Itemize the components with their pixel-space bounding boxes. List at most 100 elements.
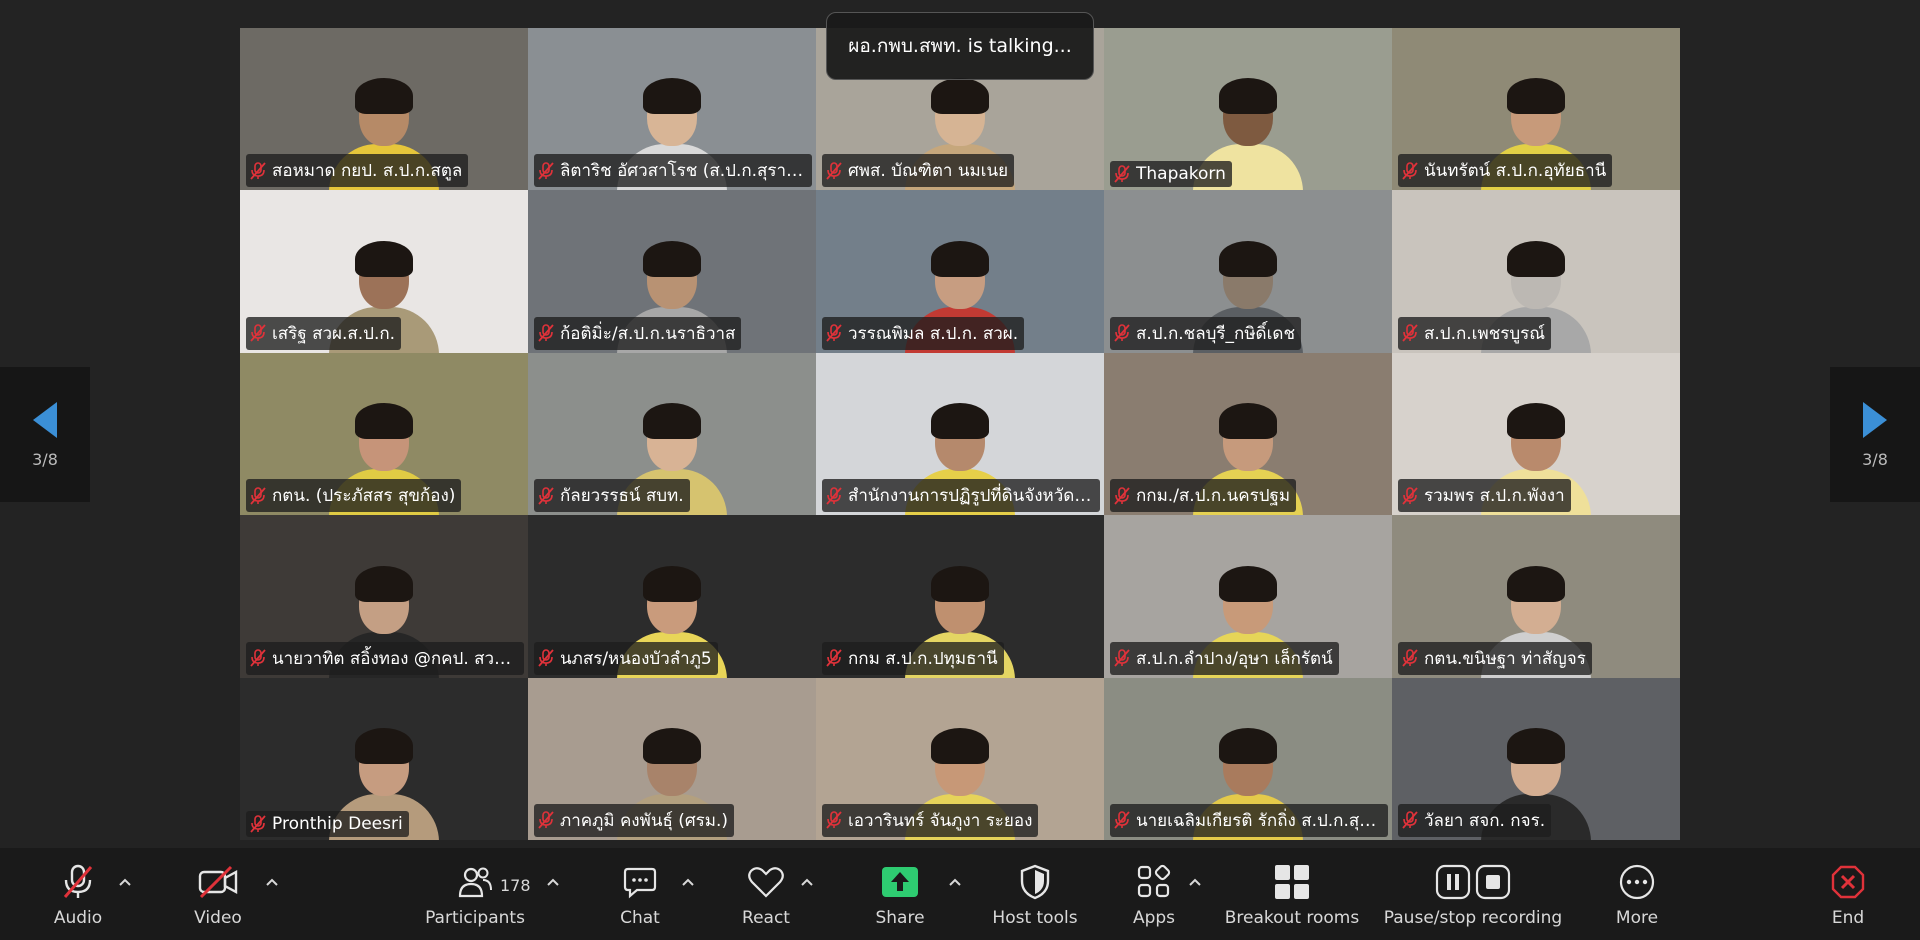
- pause-stop-recording-label: Pause/stop recording: [1383, 908, 1563, 928]
- host-tools-button[interactable]: Host tools: [985, 862, 1085, 932]
- meeting-toolbar: Audio Video Participants 178 Chat React …: [0, 848, 1920, 940]
- video-camera-off-icon: [198, 865, 238, 899]
- react-label: React: [742, 908, 790, 928]
- participant-name: กกม ส.ป.ก.ปทุมธานี: [848, 648, 998, 669]
- participant-tile[interactable]: สอหมาด กยป. ส.ป.ก.สตูล: [240, 28, 528, 191]
- participant-tile[interactable]: ลิตาริช อัศวสาโรช (ส.ป.ก.สุราษฎ...: [528, 28, 816, 191]
- participant-tile[interactable]: กตน.ขนิษฐา ท่าสัญจร: [1392, 515, 1680, 678]
- participant-tile[interactable]: กตน. (ประภัสสร สุขก้อง): [240, 352, 528, 516]
- microphone-muted-icon: [1402, 649, 1418, 667]
- participant-nameplate: นายวาทิต สอิ้งทอง @กคป. สวผ. ...: [246, 641, 524, 675]
- microphone-muted-icon: [250, 324, 266, 342]
- participant-nameplate: นภสร/หนองบัวลำภู5: [534, 641, 718, 675]
- participant-tile[interactable]: ส.ป.ก.ชลบุรี_กษิดิ์เดช: [1104, 190, 1392, 353]
- participant-name: นันทรัตน์ ส.ป.ก.อุทัยธานี: [1424, 161, 1607, 182]
- participant-name: กตน. (ประภัสสร สุขก้อง): [272, 486, 456, 507]
- participant-nameplate: นายเฉลิมเกียรติ รักถิ่ง ส.ป.ก.สุโขทัย: [1110, 803, 1388, 837]
- participants-button[interactable]: Participants: [420, 862, 530, 932]
- participant-name: กัลยวรรธน์ สบท.: [560, 486, 684, 507]
- participant-tile[interactable]: ก้อติมิ่ะ/ส.ป.ก.นราธิวาส: [528, 190, 816, 353]
- react-options-chevron-icon[interactable]: [799, 874, 815, 890]
- chat-bubble-icon: [623, 867, 657, 899]
- previous-page-button[interactable]: 3/8: [0, 367, 90, 502]
- participant-nameplate: Thapakorn: [1110, 161, 1232, 188]
- participant-nameplate: ก้อติมิ่ะ/ส.ป.ก.นราธิวาส: [534, 316, 742, 350]
- participant-nameplate: ส.ป.ก.ชลบุรี_กษิดิ์เดช: [1110, 316, 1301, 350]
- breakout-rooms-button[interactable]: Breakout rooms: [1222, 862, 1362, 932]
- participant-name: ลิตาริช อัศวสาโรช (ส.ป.ก.สุราษฎ...: [560, 161, 806, 182]
- participant-tile[interactable]: นันทรัตน์ ส.ป.ก.อุทัยธานี: [1392, 28, 1680, 191]
- participant-name: ก้อติมิ่ะ/ส.ป.ก.นราธิวาส: [560, 323, 736, 344]
- participant-nameplate: ลิตาริช อัศวสาโรช (ส.ป.ก.สุราษฎ...: [534, 154, 812, 188]
- participant-tile[interactable]: Thapakorn: [1104, 28, 1392, 191]
- participant-name: นภสร/หนองบัวลำภู5: [560, 648, 712, 669]
- participant-nameplate: วัลยา สจก. กจร.: [1398, 803, 1552, 837]
- microphone-muted-icon: [826, 162, 842, 180]
- participant-nameplate: เสริฐ สวผ.ส.ป.ก.: [246, 316, 402, 350]
- participant-name: สำนักงานการปฏิรูปที่ดินจังหวัดกา...: [848, 486, 1094, 507]
- video-options-chevron-icon[interactable]: [264, 874, 280, 890]
- participant-tile[interactable]: วัลยา สจก. กจร.: [1392, 677, 1680, 840]
- participant-name: ส.ป.ก.เพชรบูรณ์: [1424, 323, 1546, 344]
- participant-tile[interactable]: นายวาทิต สอิ้งทอง @กคป. สวผ. ...: [240, 515, 528, 678]
- audio-button[interactable]: Audio: [46, 862, 110, 932]
- share-button[interactable]: Share: [870, 862, 930, 932]
- microphone-muted-icon: [826, 486, 842, 505]
- participant-tile[interactable]: ส.ป.ก.เพชรบูรณ์: [1392, 190, 1680, 353]
- apps-button[interactable]: Apps: [1124, 862, 1184, 932]
- participants-icon: [458, 867, 492, 898]
- microphone-muted-icon: [63, 864, 93, 898]
- participant-tile[interactable]: เอวารินทร์ จันภูงา ระยอง: [816, 677, 1104, 840]
- microphone-muted-icon: [538, 162, 554, 180]
- microphone-muted-icon: [538, 486, 554, 505]
- participant-tile[interactable]: Pronthip Deesri: [240, 677, 528, 840]
- participant-nameplate: เอวารินทร์ จันภูงา ระยอง: [822, 803, 1039, 837]
- participants-count-badge: 178: [500, 876, 531, 895]
- participant-name: เอวารินทร์ จันภูงา ระยอง: [848, 810, 1033, 831]
- participant-tile[interactable]: กัลยวรรธน์ สบท.: [528, 352, 816, 516]
- microphone-muted-icon: [1402, 324, 1418, 342]
- apps-options-chevron-icon[interactable]: [1187, 874, 1203, 890]
- end-label: End: [1831, 908, 1865, 928]
- chat-options-chevron-icon[interactable]: [680, 874, 696, 890]
- more-button[interactable]: More: [1607, 862, 1667, 932]
- participant-nameplate: ส.ป.ก.ลำปาง/อุษา เล็กรัตน์: [1110, 641, 1339, 675]
- participant-tile[interactable]: ภาคภูมิ คงพันธุ์ (ศรม.): [528, 677, 816, 840]
- participant-nameplate: รวมพร ส.ป.ก.พังงา: [1398, 479, 1571, 513]
- participant-tile[interactable]: กกม ส.ป.ก.ปทุมธานี: [816, 515, 1104, 678]
- participant-tile[interactable]: นายเฉลิมเกียรติ รักถิ่ง ส.ป.ก.สุโขทัย: [1104, 677, 1392, 840]
- end-meeting-button[interactable]: End: [1818, 862, 1878, 932]
- participant-tile[interactable]: นภสร/หนองบัวลำภู5: [528, 515, 816, 678]
- microphone-muted-icon: [538, 811, 554, 830]
- microphone-muted-icon: [1114, 486, 1130, 505]
- participant-tile[interactable]: สำนักงานการปฏิรูปที่ดินจังหวัดกา...: [816, 352, 1104, 516]
- participant-tile[interactable]: รวมพร ส.ป.ก.พังงา: [1392, 352, 1680, 516]
- participant-nameplate: กกม ส.ป.ก.ปทุมธานี: [822, 641, 1004, 675]
- participant-name: วรรณพิมล ส.ป.ก. สวผ.: [848, 323, 1019, 344]
- react-button[interactable]: React: [736, 862, 796, 932]
- microphone-muted-icon: [1402, 486, 1418, 505]
- participant-tile[interactable]: วรรณพิมล ส.ป.ก. สวผ.: [816, 190, 1104, 353]
- share-options-chevron-icon[interactable]: [947, 874, 963, 890]
- microphone-muted-icon: [826, 324, 842, 342]
- participant-name: ภาคภูมิ คงพันธุ์ (ศรม.): [560, 810, 729, 831]
- microphone-muted-icon: [250, 162, 266, 180]
- active-speaker-indicator: ผอ.กพบ.สพท. is talking...: [826, 12, 1094, 80]
- breakout-rooms-label: Breakout rooms: [1224, 908, 1360, 928]
- participant-name: Pronthip Deesri: [272, 813, 403, 834]
- audio-options-chevron-icon[interactable]: [117, 874, 133, 890]
- share-label: Share: [875, 908, 925, 928]
- participant-nameplate: กตน. (ประภัสสร สุขก้อง): [246, 479, 462, 513]
- pause-stop-recording-button[interactable]: Pause/stop recording: [1380, 862, 1566, 932]
- microphone-muted-icon: [250, 486, 266, 505]
- participant-tile[interactable]: กกม./ส.ป.ก.นครปฐม: [1104, 352, 1392, 516]
- chat-button[interactable]: Chat: [610, 862, 670, 932]
- participant-tile[interactable]: ส.ป.ก.ลำปาง/อุษา เล็กรัตน์: [1104, 515, 1392, 678]
- next-page-button[interactable]: 3/8: [1830, 367, 1920, 502]
- participant-nameplate: ภาคภูมิ คงพันธุ์ (ศรม.): [534, 803, 735, 837]
- participant-name: ส.ป.ก.ลำปาง/อุษา เล็กรัตน์: [1136, 648, 1333, 669]
- participant-nameplate: Pronthip Deesri: [246, 810, 409, 837]
- video-button[interactable]: Video: [186, 862, 250, 932]
- participant-tile[interactable]: เสริฐ สวผ.ส.ป.ก.: [240, 190, 528, 353]
- participants-options-chevron-icon[interactable]: [545, 874, 561, 890]
